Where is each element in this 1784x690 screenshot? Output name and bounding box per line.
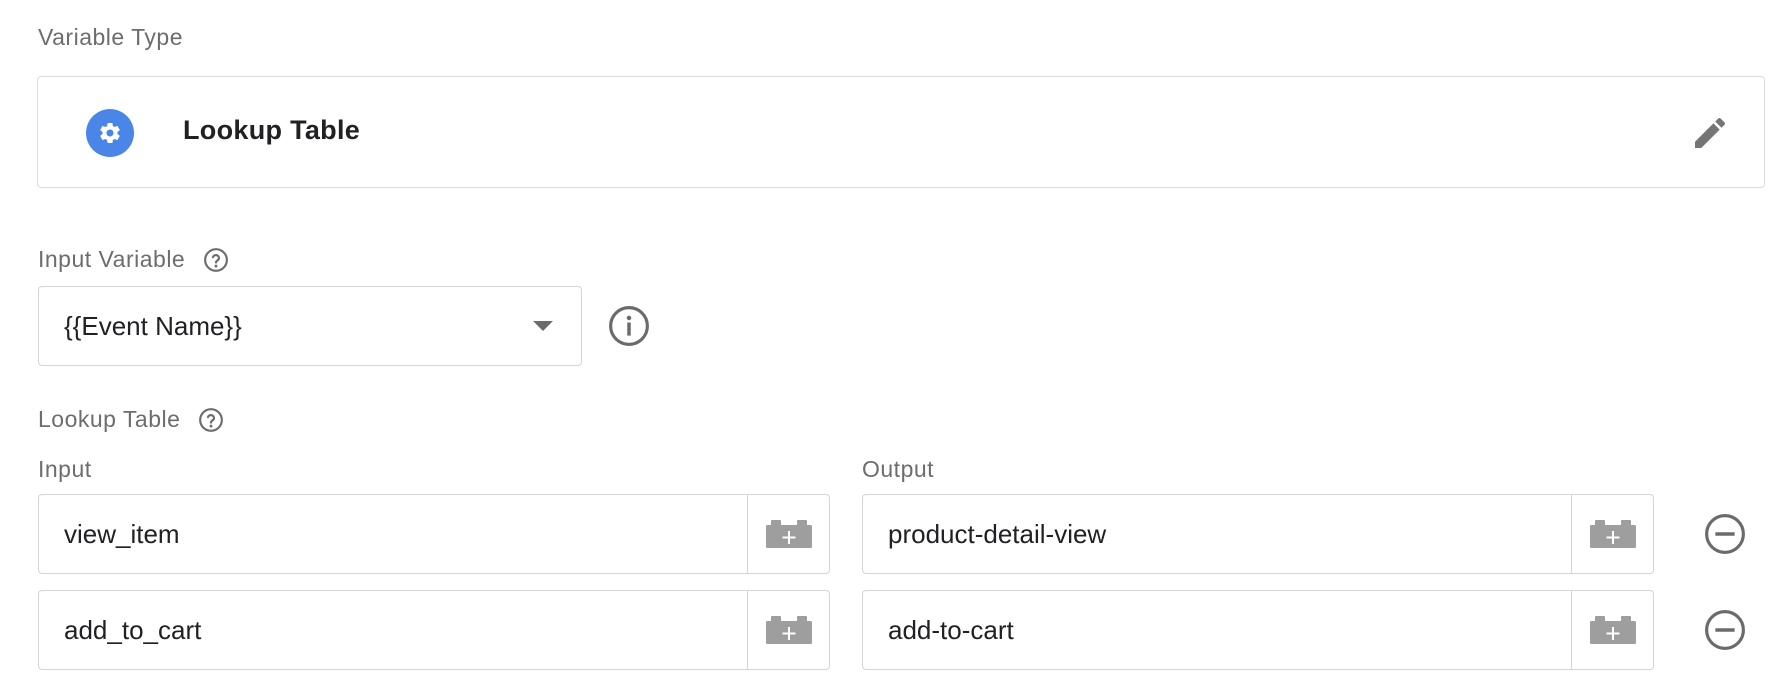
table-row-output[interactable]	[863, 591, 1573, 669]
insert-variable-button[interactable]	[1571, 495, 1653, 573]
info-icon[interactable]	[608, 305, 650, 347]
variable-brick-icon	[1589, 616, 1636, 644]
output-column-header: Output	[862, 456, 935, 482]
remove-row-icon[interactable]	[1704, 513, 1746, 555]
table-row-input-field[interactable]	[38, 590, 830, 670]
variable-configuration: Variable Type Lookup Table Input Variabl…	[0, 0, 1784, 690]
input-variable-select[interactable]: {{Event Name}}	[38, 286, 582, 366]
variable-type-name: Lookup Table	[183, 115, 361, 145]
lookup-table-label-text: Lookup Table	[38, 406, 181, 432]
input-variable-label: Input Variable	[38, 246, 229, 273]
variable-type-label-text: Variable Type	[38, 24, 184, 50]
help-icon[interactable]	[198, 407, 224, 433]
help-icon[interactable]	[203, 247, 229, 273]
input-variable-selected-value: {{Event Name}}	[64, 311, 242, 341]
variable-type-card[interactable]: Lookup Table	[37, 76, 1765, 188]
table-row-input[interactable]	[39, 591, 749, 669]
insert-variable-button[interactable]	[747, 591, 829, 669]
variable-brick-icon	[765, 616, 812, 644]
insert-variable-button[interactable]	[1571, 591, 1653, 669]
table-row-input-field[interactable]	[38, 494, 830, 574]
table-row-output[interactable]	[863, 495, 1573, 573]
insert-variable-button[interactable]	[747, 495, 829, 573]
lookup-table-label: Lookup Table	[38, 406, 224, 433]
remove-row-icon[interactable]	[1704, 609, 1746, 651]
table-row-input[interactable]	[39, 495, 749, 573]
variable-brick-icon	[1589, 520, 1636, 548]
gear-icon	[86, 109, 134, 157]
input-column-header: Input	[38, 456, 92, 482]
variable-type-label: Variable Type	[38, 24, 183, 51]
table-row-output-field[interactable]	[862, 590, 1654, 670]
pencil-icon[interactable]	[1690, 113, 1730, 153]
variable-brick-icon	[765, 520, 812, 548]
input-variable-label-text: Input Variable	[38, 246, 186, 272]
chevron-down-icon	[533, 321, 553, 331]
table-row-output-field[interactable]	[862, 494, 1654, 574]
